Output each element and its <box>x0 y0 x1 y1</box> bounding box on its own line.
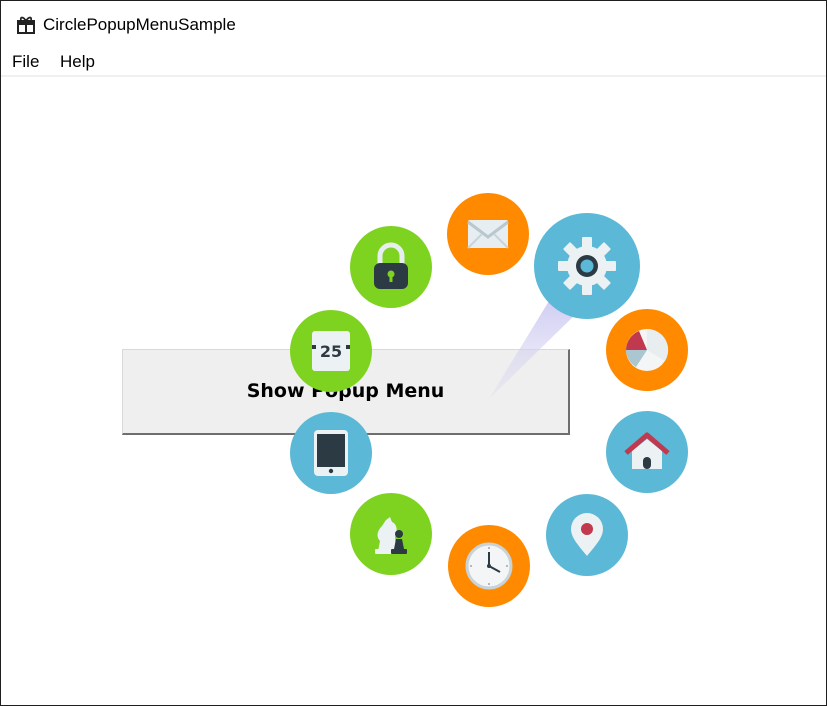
app-icon <box>17 16 35 34</box>
location-menu-item[interactable] <box>546 494 628 576</box>
menu-help[interactable]: Help <box>58 52 97 72</box>
app-window: CirclePopupMenuSample File Help Show Pop… <box>0 0 827 706</box>
client-area: Show Popup Menu <box>1 77 826 705</box>
menu-bar: File Help <box>1 49 826 77</box>
chart-menu-item[interactable] <box>606 309 688 391</box>
chess-menu-item[interactable] <box>350 493 432 575</box>
menu-file[interactable]: File <box>10 52 41 72</box>
lock-menu-item[interactable] <box>350 226 432 308</box>
mail-menu-item[interactable] <box>447 193 529 275</box>
title-bar: CirclePopupMenuSample <box>1 1 826 48</box>
calendar-icon: 25 <box>312 331 350 371</box>
home-icon <box>624 432 670 469</box>
settings-menu-item[interactable] <box>534 213 640 319</box>
pie-chart-icon <box>626 328 669 371</box>
window-title: CirclePopupMenuSample <box>43 15 236 34</box>
padlock-icon <box>374 242 408 289</box>
tablet-icon <box>314 430 348 476</box>
mail-envelope-icon <box>467 220 509 249</box>
home-menu-item[interactable] <box>606 411 688 493</box>
calendar-date-text: 25 <box>320 342 342 361</box>
map-pin-icon <box>571 513 603 556</box>
clock-icon <box>465 542 513 590</box>
chess-knight-icon <box>375 517 407 554</box>
settings-gear-icon <box>558 237 616 295</box>
calendar-menu-item[interactable]: 25 <box>290 310 372 392</box>
tablet-menu-item[interactable] <box>290 412 372 494</box>
clock-menu-item[interactable] <box>448 525 530 607</box>
